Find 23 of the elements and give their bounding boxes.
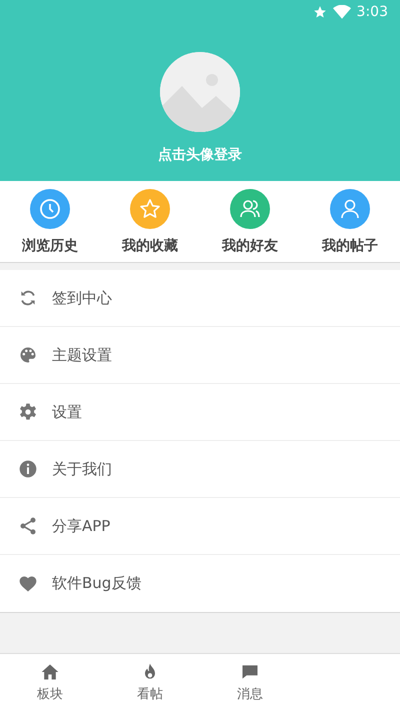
shortcut-label: 浏览历史 [22,237,78,255]
share-icon [18,516,38,536]
nav-tab[interactable]: 板块 [0,654,100,711]
wifi-icon [332,5,351,19]
shortcut-label: 我的好友 [222,237,278,255]
info-icon [18,459,38,479]
star-icon [312,5,327,19]
nav-tab[interactable]: 看帖 [100,654,200,711]
shortcut-label: 我的帖子 [322,237,378,255]
shortcut-button[interactable]: 我的帖子 [300,181,400,262]
home-icon [40,662,60,682]
shortcut-button[interactable]: 我的好友 [200,181,300,262]
settings-icon [18,402,38,422]
shortcut-label: 我的收藏 [122,237,178,255]
palette-icon [18,345,38,365]
star-icon [138,197,162,221]
status-time: 3:03 [356,4,388,20]
heart-icon [18,574,38,594]
clock-icon [38,197,62,221]
nav-tab[interactable]: 消息 [200,654,300,711]
shortcut-button[interactable]: 我的收藏 [100,181,200,262]
person-icon [338,197,362,221]
shortcut-button[interactable]: 浏览历史 [0,181,100,262]
